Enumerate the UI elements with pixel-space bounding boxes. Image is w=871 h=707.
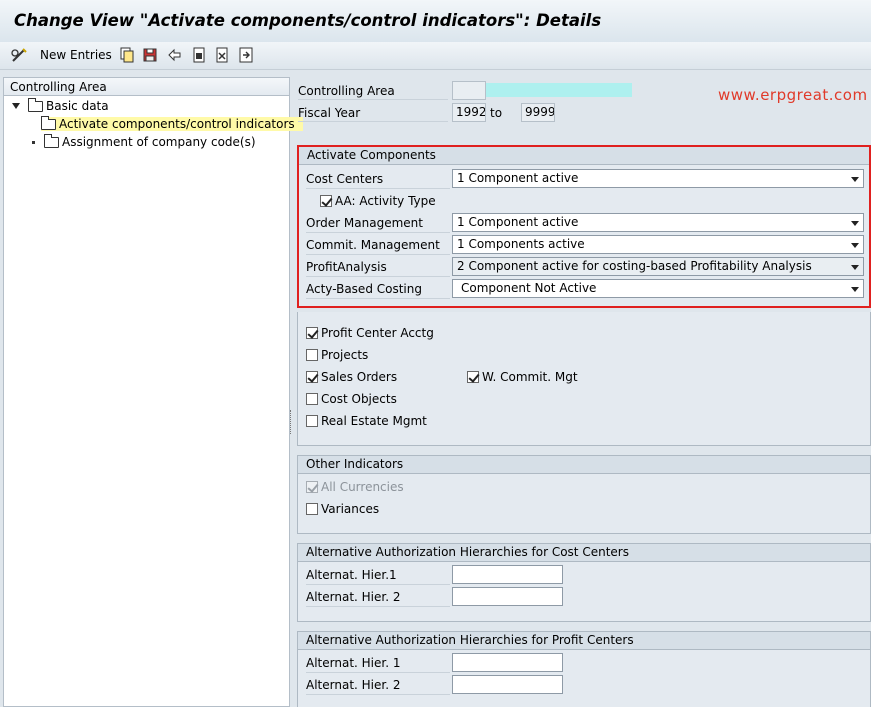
save-as-icon[interactable] — [141, 46, 159, 64]
cost-centers-label: Cost Centers — [306, 170, 450, 189]
chevron-down-icon[interactable] — [851, 243, 859, 248]
dropdown-value: 1 Component active — [457, 171, 579, 185]
dropdown-value: 2 Component active for costing-based Pro… — [457, 259, 812, 273]
chevron-down-icon[interactable] — [851, 221, 859, 226]
dropdown-value: Component Not Active — [461, 281, 597, 295]
activity-type-checkbox-row[interactable]: AA: Activity Type — [320, 194, 436, 208]
projects-checkbox[interactable] — [306, 349, 318, 361]
cc-alt-hier2-input[interactable] — [452, 587, 563, 606]
checkbox-label: All Currencies — [321, 480, 404, 494]
dropdown-value: 1 Components active — [457, 237, 585, 251]
w-commit-mgt-row[interactable]: W. Commit. Mgt — [467, 370, 578, 384]
real-estate-mgmt-checkbox[interactable] — [306, 415, 318, 427]
cost-objects-checkbox[interactable] — [306, 393, 318, 405]
pane-splitter[interactable] — [290, 410, 293, 434]
all-currencies-checkbox — [306, 481, 318, 493]
order-management-label: Order Management — [306, 214, 450, 233]
navigate-icon[interactable] — [237, 46, 255, 64]
chevron-down-icon[interactable] — [851, 287, 859, 292]
all-currencies-row: All Currencies — [306, 480, 404, 494]
profit-center-accounting-checkbox[interactable] — [306, 327, 318, 339]
tree-node-label: Basic data — [46, 99, 109, 113]
dropdown-value: 1 Component active — [457, 215, 579, 229]
folder-icon — [28, 97, 43, 112]
select-all-icon[interactable] — [190, 46, 208, 64]
controlling-area-label: Controlling Area — [298, 82, 448, 100]
profit-analysis-dropdown[interactable]: 2 Component active for costing-based Pro… — [452, 257, 864, 276]
variances-checkbox[interactable] — [306, 503, 318, 515]
group-title: Activate Components — [299, 147, 869, 165]
checkbox-label: Projects — [321, 348, 369, 362]
sales-orders-row[interactable]: Sales Orders — [306, 370, 397, 384]
tree-item-label: Assignment of company code(s) — [62, 135, 256, 149]
undo-icon[interactable] — [165, 46, 183, 64]
acty-based-costing-label: Acty-Based Costing — [306, 280, 450, 299]
to-label: to — [490, 106, 503, 120]
profit-analysis-label: ProfitAnalysis — [306, 258, 450, 277]
acty-based-costing-dropdown[interactable]: Component Not Active — [452, 279, 864, 298]
checkbox-label: W. Commit. Mgt — [482, 370, 578, 384]
activity-type-label: AA: Activity Type — [335, 194, 436, 208]
glasses-pencil-icon[interactable] — [10, 46, 28, 64]
watermark-text: www.erpgreat.com — [718, 86, 868, 104]
fiscal-year-from-field[interactable]: 1992 — [452, 103, 486, 122]
commit-management-dropdown[interactable]: 1 Components active — [452, 235, 864, 254]
checkbox-label: Profit Center Acctg — [321, 326, 434, 340]
deselect-icon[interactable] — [213, 46, 231, 64]
checkbox-label: Variances — [321, 502, 380, 516]
pc-alt-hier2-label: Alternat. Hier. 2 — [306, 676, 450, 695]
cc-alt-hier1-input[interactable] — [452, 565, 563, 584]
pc-alt-hier2-input[interactable] — [452, 675, 563, 694]
new-entries-button[interactable]: New Entries — [40, 48, 112, 62]
chevron-down-icon[interactable] — [851, 177, 859, 182]
other-indicators-group: Other Indicators — [297, 455, 871, 534]
group-title: Alternative Authorization Hierarchies fo… — [298, 544, 870, 562]
tree-item-selection: Activate components/control indicators — [41, 115, 303, 131]
folder-icon — [44, 133, 59, 148]
group-title: Alternative Authorization Hierarchies fo… — [298, 632, 870, 650]
copy-icon[interactable] — [118, 46, 136, 64]
order-management-dropdown[interactable]: 1 Component active — [452, 213, 864, 232]
pc-alt-hier1-label: Alternat. Hier. 1 — [306, 654, 450, 673]
expand-triangle-icon[interactable] — [12, 103, 20, 109]
group-title: Other Indicators — [298, 456, 870, 474]
bullet-icon — [32, 140, 35, 144]
pc-alt-hier1-input[interactable] — [452, 653, 563, 672]
activity-type-checkbox[interactable] — [320, 195, 332, 207]
tree-item-activate-components[interactable]: Activate components/control indicators — [32, 115, 303, 133]
redacted-area — [486, 83, 632, 97]
cc-alt-hier2-label: Alternat. Hier. 2 — [306, 588, 450, 607]
navigation-tree-panel — [3, 77, 290, 707]
cost-centers-dropdown[interactable]: 1 Component active — [452, 169, 864, 188]
checkbox-label: Cost Objects — [321, 392, 397, 406]
tree-item-assignment-company-codes[interactable]: Assignment of company code(s) — [32, 133, 256, 151]
controlling-area-field[interactable] — [452, 81, 486, 100]
tree-item-label: Activate components/control indicators — [59, 117, 295, 131]
real-estate-mgmt-row[interactable]: Real Estate Mgmt — [306, 414, 427, 428]
commit-management-label: Commit. Management — [306, 236, 450, 255]
fiscal-year-label: Fiscal Year — [298, 104, 448, 122]
tree-node-basic-data[interactable]: Basic data — [12, 97, 109, 115]
checkbox-label: Sales Orders — [321, 370, 398, 384]
chevron-down-icon[interactable] — [851, 265, 859, 270]
page-title: Change View "Activate components/control… — [14, 11, 602, 30]
open-folder-icon — [41, 115, 56, 130]
sales-orders-checkbox[interactable] — [306, 371, 318, 383]
cc-alt-hier1-label: Alternat. Hier.1 — [306, 566, 450, 585]
fiscal-year-to-field[interactable]: 9999 — [521, 103, 555, 122]
tree-header: Controlling Area — [3, 77, 290, 96]
cost-objects-row[interactable]: Cost Objects — [306, 392, 397, 406]
w-commit-mgt-checkbox[interactable] — [467, 371, 479, 383]
profit-center-accounting-row[interactable]: Profit Center Acctg — [306, 326, 434, 340]
projects-row[interactable]: Projects — [306, 348, 368, 362]
checkbox-label: Real Estate Mgmt — [321, 414, 427, 428]
variances-row[interactable]: Variances — [306, 502, 379, 516]
